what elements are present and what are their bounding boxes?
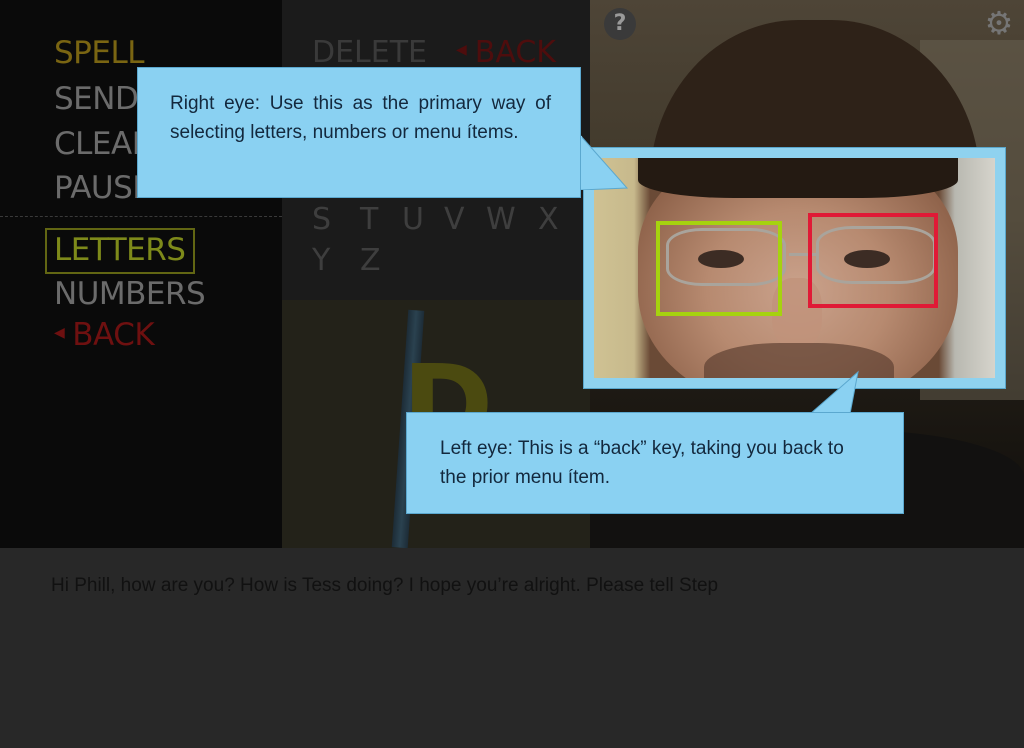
back-label: BACK: [72, 317, 155, 353]
right-eye-callout: Right eye: Use this as the primary way o…: [137, 67, 581, 198]
mode-numbers[interactable]: NUMBERS: [54, 279, 206, 310]
letter-back-button[interactable]: ◀ BACK: [456, 38, 556, 68]
left-eye-tracking-box: [808, 213, 938, 308]
triangle-left-icon: ◀: [456, 41, 467, 58]
eye-tracking-zoom-frame: [583, 147, 1006, 389]
letter-key[interactable]: S: [312, 205, 331, 235]
left-eye-callout: Left eye: This is a “back” key, taking y…: [406, 412, 904, 514]
mode-letters[interactable]: LETTERS: [54, 235, 186, 266]
callout-right-tail: [575, 133, 629, 190]
back-button[interactable]: ◀ BACK: [54, 317, 155, 353]
letter-key[interactable]: T: [360, 205, 378, 235]
letter-key[interactable]: U: [402, 205, 424, 235]
gear-icon[interactable]: ⚙: [982, 6, 1016, 40]
delete-button[interactable]: DELETE: [312, 38, 427, 68]
letter-key[interactable]: Y: [312, 246, 330, 276]
hair: [638, 158, 958, 198]
menu-divider: [0, 216, 282, 217]
menu-item-spell[interactable]: SPELL: [54, 38, 145, 69]
letter-key[interactable]: V: [444, 205, 465, 235]
letter-key[interactable]: W: [486, 205, 516, 235]
letter-key[interactable]: Z: [360, 246, 381, 276]
menu-item-send[interactable]: SEND: [54, 84, 139, 115]
callout-left-tail: [808, 370, 859, 416]
composed-message-text: Hi Phill, how are you? How is Tess doing…: [51, 575, 719, 596]
question-icon[interactable]: ?: [604, 8, 636, 40]
triangle-left-icon: ◀: [54, 324, 65, 341]
letter-key[interactable]: X: [538, 205, 559, 235]
eye-tracking-zoom-view: [594, 158, 995, 378]
right-eye-tracking-box: [656, 221, 782, 316]
letter-back-label: BACK: [474, 35, 556, 70]
